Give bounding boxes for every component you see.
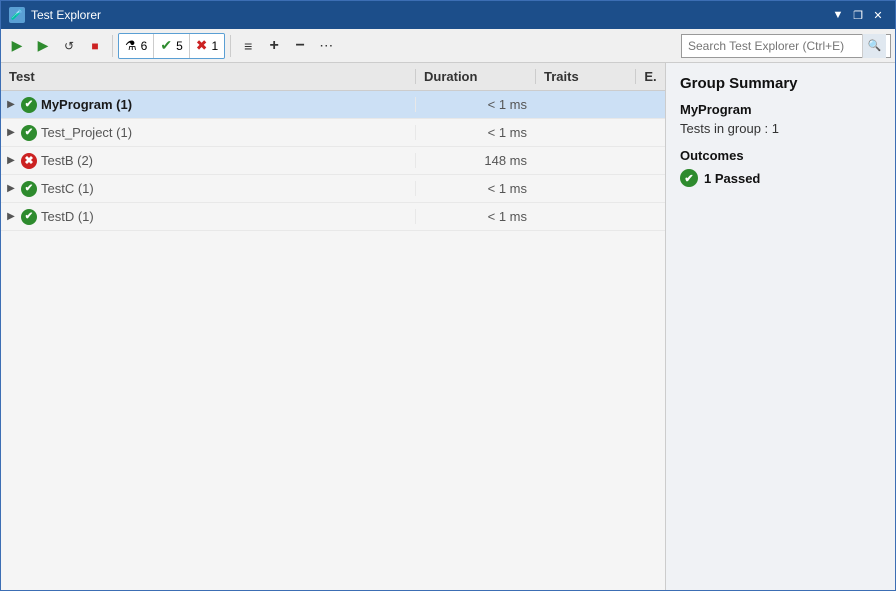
content-area: Test Duration Traits E. ▶ ✔ (1, 63, 895, 590)
column-headers: Test Duration Traits E. (1, 63, 665, 91)
expand-arrow[interactable]: ▶ (5, 211, 17, 223)
filter-all-button[interactable]: ⚗ 6 (119, 34, 154, 58)
test-name: TestB (2) (41, 153, 93, 168)
rerun-button[interactable]: ↺ (57, 33, 81, 59)
test-name: TestD (1) (41, 209, 94, 224)
toolbar-separator-1 (112, 35, 113, 57)
gs-tests-in-group: Tests in group : 1 (680, 121, 881, 136)
row-test-col: ▶ ✖ TestB (2) (1, 153, 415, 169)
expand-arrow[interactable]: ▶ (5, 99, 17, 111)
table-row[interactable]: ▶ ✔ MyProgram (1) < 1 ms (1, 91, 665, 119)
search-input[interactable] (682, 39, 862, 53)
status-fail-icon: ✖ (21, 153, 37, 169)
failed-count: 1 (212, 39, 219, 53)
run-button[interactable]: ▶ (5, 33, 29, 59)
row-duration: 148 ms (415, 153, 535, 168)
row-test-col: ▶ ✔ MyProgram (1) (1, 97, 415, 113)
test-name: TestC (1) (41, 181, 94, 196)
col-header-duration: Duration (415, 69, 535, 84)
gs-outcomes-title: Outcomes (680, 148, 881, 163)
row-duration: < 1 ms (415, 125, 535, 140)
stop-button[interactable]: ■ (83, 33, 107, 59)
outcome-label: 1 Passed (704, 171, 760, 186)
row-duration: < 1 ms (415, 97, 535, 112)
test-name: MyProgram (1) (41, 97, 132, 112)
expand-arrow[interactable]: ▶ (5, 155, 17, 167)
test-name: Test_Project (1) (41, 125, 132, 140)
close-button[interactable]: ✕ (869, 6, 887, 24)
restore-button[interactable]: ❐ (849, 6, 867, 24)
col-header-test: Test (1, 69, 415, 84)
expand-arrow[interactable]: ▶ (5, 127, 17, 139)
filter-passed-button[interactable]: ✔ 5 (154, 34, 189, 58)
row-test-col: ▶ ✔ Test_Project (1) (1, 125, 415, 141)
failed-icon: ✖ (196, 37, 208, 54)
test-pane: Test Duration Traits E. ▶ ✔ (1, 63, 665, 590)
minimize-button[interactable]: ▼ (829, 6, 847, 24)
passed-icon: ✔ (160, 37, 172, 54)
gs-item-name: MyProgram (680, 102, 881, 117)
row-duration: < 1 ms (415, 209, 535, 224)
title-bar-controls: ▼ ❐ ✕ (829, 6, 887, 24)
search-button[interactable]: 🔍 (862, 34, 886, 58)
expand-button[interactable]: + (262, 33, 286, 59)
col-header-traits: Traits (535, 69, 635, 84)
title-bar: 🧪 Test Explorer ▼ ❐ ✕ (1, 1, 895, 29)
group-summary-title: Group Summary (680, 75, 881, 92)
status-pass-icon: ✔ (21, 97, 37, 113)
status-pass-icon: ✔ (21, 125, 37, 141)
row-test-col: ▶ ✔ TestC (1) (1, 181, 415, 197)
table-row[interactable]: ▶ ✔ TestD (1) < 1 ms (1, 203, 665, 231)
test-list: ▶ ✔ MyProgram (1) < 1 ms ▶ ✔ Test_Projec… (1, 91, 665, 590)
row-test-col: ▶ ✔ TestD (1) (1, 209, 415, 225)
filter-group: ⚗ 6 ✔ 5 ✖ 1 (118, 33, 225, 59)
table-row[interactable]: ▶ ✔ TestC (1) < 1 ms (1, 175, 665, 203)
status-pass-icon: ✔ (21, 181, 37, 197)
window-title: Test Explorer (31, 8, 101, 22)
toolbar: ▶ ▶ ↺ ■ ⚗ 6 ✔ 5 ✖ 1 ≡ + − ⋯ � (1, 29, 895, 63)
row-duration: < 1 ms (415, 181, 535, 196)
table-row[interactable]: ▶ ✔ Test_Project (1) < 1 ms (1, 119, 665, 147)
passed-count: 5 (176, 39, 183, 53)
status-pass-icon: ✔ (21, 209, 37, 225)
filter-failed-button[interactable]: ✖ 1 (190, 34, 224, 58)
table-row[interactable]: ▶ ✖ TestB (2) 148 ms (1, 147, 665, 175)
title-bar-left: 🧪 Test Explorer (9, 7, 101, 23)
more-button[interactable]: ⋯ (314, 33, 338, 59)
expand-arrow[interactable]: ▶ (5, 183, 17, 195)
app-icon: 🧪 (9, 7, 25, 23)
filter-count: 6 (141, 39, 148, 53)
run-all-button[interactable]: ▶ (31, 33, 55, 59)
group-button[interactable]: ≡ (236, 33, 260, 59)
outcome-pass-icon: ✔ (680, 169, 698, 187)
collapse-button[interactable]: − (288, 33, 312, 59)
filter-icon: ⚗ (125, 38, 137, 54)
col-header-e: E. (635, 69, 665, 84)
test-explorer-window: 🧪 Test Explorer ▼ ❐ ✕ ▶ ▶ ↺ ■ ⚗ 6 ✔ 5 (0, 0, 896, 591)
search-box: 🔍 (681, 34, 891, 58)
toolbar-separator-2 (230, 35, 231, 57)
right-pane: Group Summary MyProgram Tests in group :… (665, 63, 895, 590)
gs-outcome-row: ✔ 1 Passed (680, 169, 881, 187)
